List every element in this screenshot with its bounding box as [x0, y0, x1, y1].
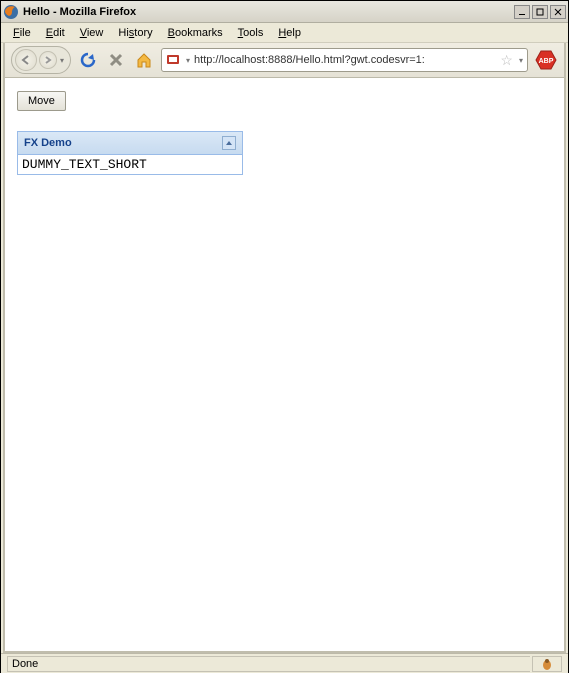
forward-button[interactable]	[39, 51, 57, 69]
back-button[interactable]	[15, 49, 37, 71]
status-text: Done	[7, 656, 530, 672]
url-dropdown-icon[interactable]: ▾	[519, 56, 523, 65]
menu-tools[interactable]: Tools	[232, 25, 270, 41]
url-text: http://localhost:8888/Hello.html?gwt.cod…	[194, 54, 496, 66]
history-dropdown-icon[interactable]: ▾	[60, 56, 64, 65]
panel-title: FX Demo	[24, 137, 72, 149]
adblock-button[interactable]: ABP	[534, 49, 558, 71]
titlebar: Hello - Mozilla Firefox	[1, 1, 568, 23]
collapse-button[interactable]	[222, 136, 236, 150]
menu-bookmarks[interactable]: Bookmarks	[162, 25, 229, 41]
panel-body: DUMMY_TEXT_SHORT	[18, 155, 242, 174]
url-bar[interactable]: ▾ http://localhost:8888/Hello.html?gwt.c…	[161, 48, 528, 72]
site-icon	[166, 52, 180, 69]
reload-button[interactable]	[77, 49, 99, 71]
panel-header[interactable]: FX Demo	[18, 132, 242, 155]
close-button[interactable]	[550, 5, 566, 19]
toolbar: ▾ ▾ http://localhost:8888/Hello.html?gwt…	[5, 43, 564, 78]
move-button[interactable]: Move	[17, 91, 66, 111]
menu-view[interactable]: View	[74, 25, 110, 41]
statusbar: Done	[1, 653, 568, 673]
menubar: File Edit View History Bookmarks Tools H…	[1, 23, 568, 43]
window-controls	[514, 5, 566, 19]
fx-demo-panel: FX Demo DUMMY_TEXT_SHORT	[17, 131, 243, 175]
menu-edit[interactable]: Edit	[40, 25, 71, 41]
bookmark-star-icon[interactable]: ☆	[500, 52, 513, 69]
firebug-button[interactable]	[532, 656, 562, 672]
page-content: Move FX Demo DUMMY_TEXT_SHORT	[5, 78, 564, 651]
menu-file[interactable]: File	[7, 25, 37, 41]
window-title: Hello - Mozilla Firefox	[23, 6, 514, 18]
maximize-button[interactable]	[532, 5, 548, 19]
stop-button[interactable]	[105, 49, 127, 71]
site-dropdown-icon[interactable]: ▾	[186, 56, 190, 65]
minimize-button[interactable]	[514, 5, 530, 19]
firefox-icon	[3, 4, 19, 20]
nav-buttons: ▾	[11, 46, 71, 74]
menu-help[interactable]: Help	[272, 25, 307, 41]
home-button[interactable]	[133, 49, 155, 71]
svg-text:ABP: ABP	[539, 58, 554, 65]
menu-history[interactable]: History	[112, 25, 158, 41]
